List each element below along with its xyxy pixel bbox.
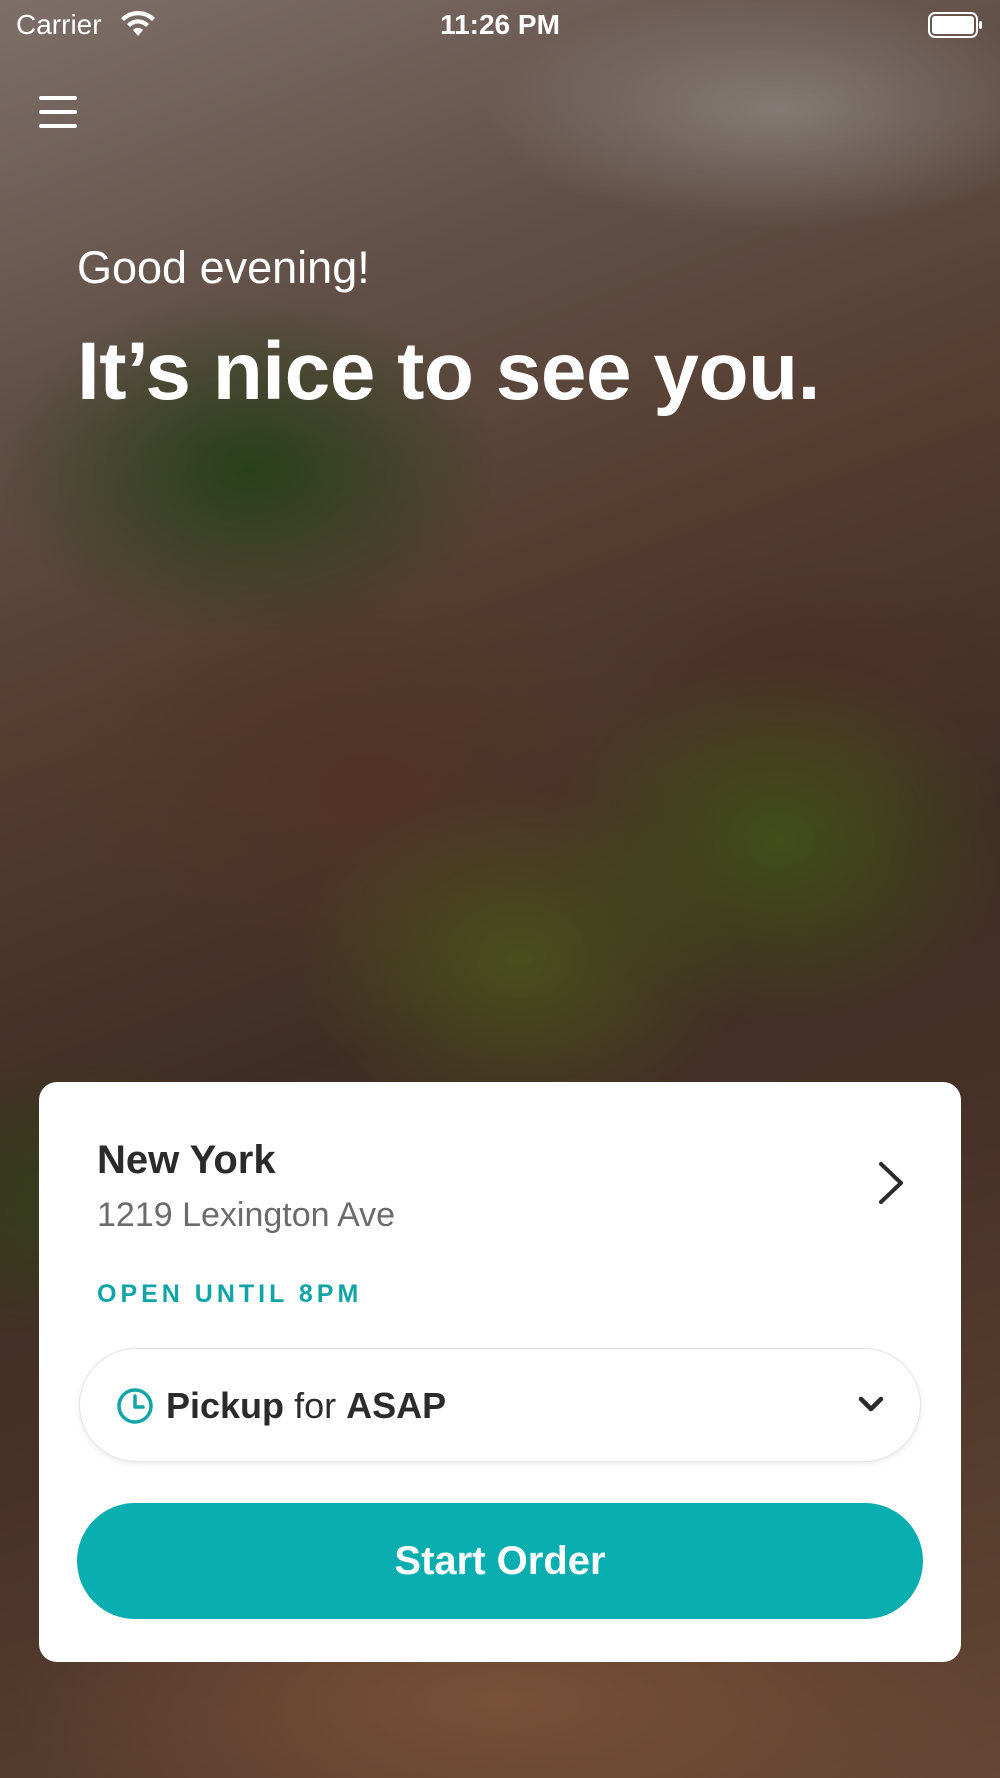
battery-icon — [928, 12, 982, 38]
order-mode-connector: for — [294, 1385, 337, 1426]
order-time-label: ASAP — [346, 1385, 447, 1426]
location-name: New York — [97, 1138, 276, 1182]
location-address: 1219 Lexington Ave — [97, 1196, 396, 1234]
hamburger-menu-icon[interactable] — [36, 92, 80, 132]
clock-icon — [117, 1388, 153, 1424]
order-mode-label: Pickup — [166, 1385, 285, 1426]
location-selector[interactable]: New York 1219 Lexington Ave — [97, 1138, 907, 1248]
pickup-summary: Pickup for ASAP — [166, 1385, 446, 1427]
status-time: 11:26 PM — [440, 9, 560, 40]
chevron-right-icon — [879, 1162, 903, 1204]
greeting-text: Good evening! — [77, 242, 370, 293]
order-card: New York 1219 Lexington Ave OPEN UNTIL 8… — [39, 1082, 961, 1662]
pickup-time-dropdown[interactable]: Pickup for ASAP — [79, 1348, 921, 1462]
chevron-down-icon — [858, 1396, 884, 1412]
status-bar: Carrier 11:26 PM — [0, 0, 1000, 50]
headline-text: It’s nice to see you. — [77, 326, 820, 417]
start-order-button[interactable]: Start Order — [77, 1503, 923, 1619]
open-status-label: OPEN UNTIL 8PM — [97, 1280, 363, 1308]
